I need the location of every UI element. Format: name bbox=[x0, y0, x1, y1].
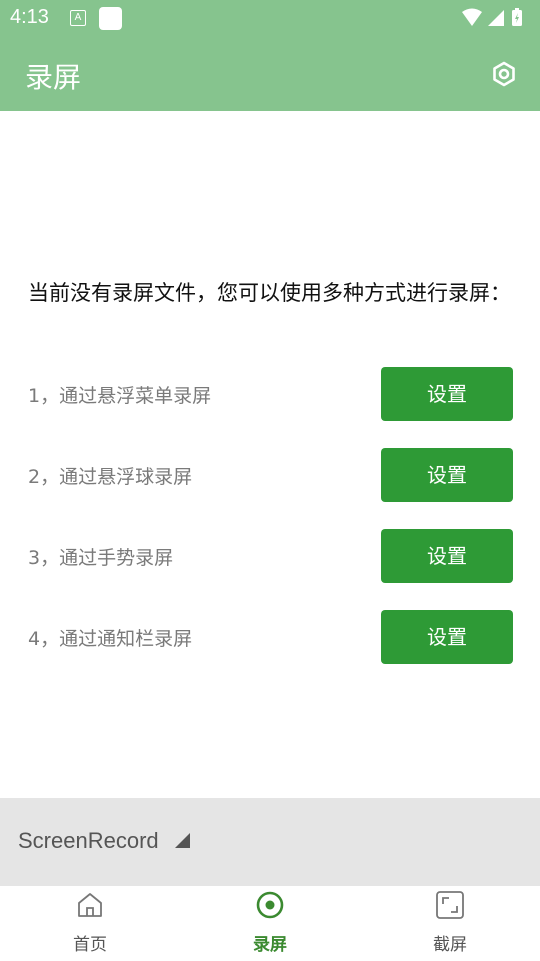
bottom-navigation: 首页 录屏 截屏 bbox=[0, 886, 540, 961]
dropdown-caret-icon bbox=[175, 833, 190, 848]
notification-square-icon bbox=[99, 7, 122, 30]
method-label: 3，通过手势录屏 bbox=[28, 547, 174, 569]
status-time: 4:13 bbox=[10, 6, 49, 28]
method-label: 1，通过悬浮菜单录屏 bbox=[28, 385, 212, 407]
gesture-settings-button[interactable]: 设置 bbox=[381, 529, 513, 583]
method-row-floating-ball: 2，通过悬浮球录屏 设置 bbox=[0, 448, 540, 502]
settings-button[interactable] bbox=[490, 60, 518, 88]
method-row-gesture: 3，通过手势录屏 设置 bbox=[0, 529, 540, 583]
nav-label-record: 录屏 bbox=[253, 935, 287, 955]
battery-icon bbox=[512, 8, 522, 26]
method-row-notification: 4，通过通知栏录屏 设置 bbox=[0, 610, 540, 664]
settings-icon bbox=[493, 61, 515, 87]
method-row-floating-menu: 1，通过悬浮菜单录屏 设置 bbox=[0, 367, 540, 421]
nav-item-record[interactable]: 录屏 bbox=[180, 886, 360, 961]
status-bar: 4:13 A bbox=[0, 0, 540, 36]
screenrecord-label: ScreenRecord bbox=[18, 828, 159, 853]
nav-label-screenshot: 截屏 bbox=[433, 935, 467, 955]
nav-item-home[interactable]: 首页 bbox=[0, 886, 180, 961]
nav-item-screenshot[interactable]: 截屏 bbox=[360, 886, 540, 961]
cellular-signal-icon bbox=[488, 10, 504, 26]
screenrecord-dropdown[interactable]: ScreenRecord bbox=[0, 798, 540, 886]
wifi-icon bbox=[462, 8, 482, 26]
floating-menu-settings-button[interactable]: 设置 bbox=[381, 367, 513, 421]
screenshot-icon bbox=[436, 891, 464, 919]
empty-state-message: 当前没有录屏文件，您可以使用多种方式进行录屏： bbox=[28, 281, 511, 305]
notification-a-icon: A bbox=[70, 10, 86, 26]
page-title: 录屏 bbox=[25, 61, 82, 94]
notification-settings-button[interactable]: 设置 bbox=[381, 610, 513, 664]
main-content: 当前没有录屏文件，您可以使用多种方式进行录屏： 1，通过悬浮菜单录屏 设置 2，… bbox=[0, 111, 540, 798]
home-icon bbox=[78, 893, 102, 917]
nav-label-home: 首页 bbox=[73, 935, 107, 955]
method-label: 4，通过通知栏录屏 bbox=[28, 628, 193, 650]
record-icon bbox=[256, 891, 284, 919]
status-right-icons bbox=[460, 8, 530, 28]
app-bar: 录屏 bbox=[0, 36, 540, 111]
floating-ball-settings-button[interactable]: 设置 bbox=[381, 448, 513, 502]
method-label: 2，通过悬浮球录屏 bbox=[28, 466, 193, 488]
